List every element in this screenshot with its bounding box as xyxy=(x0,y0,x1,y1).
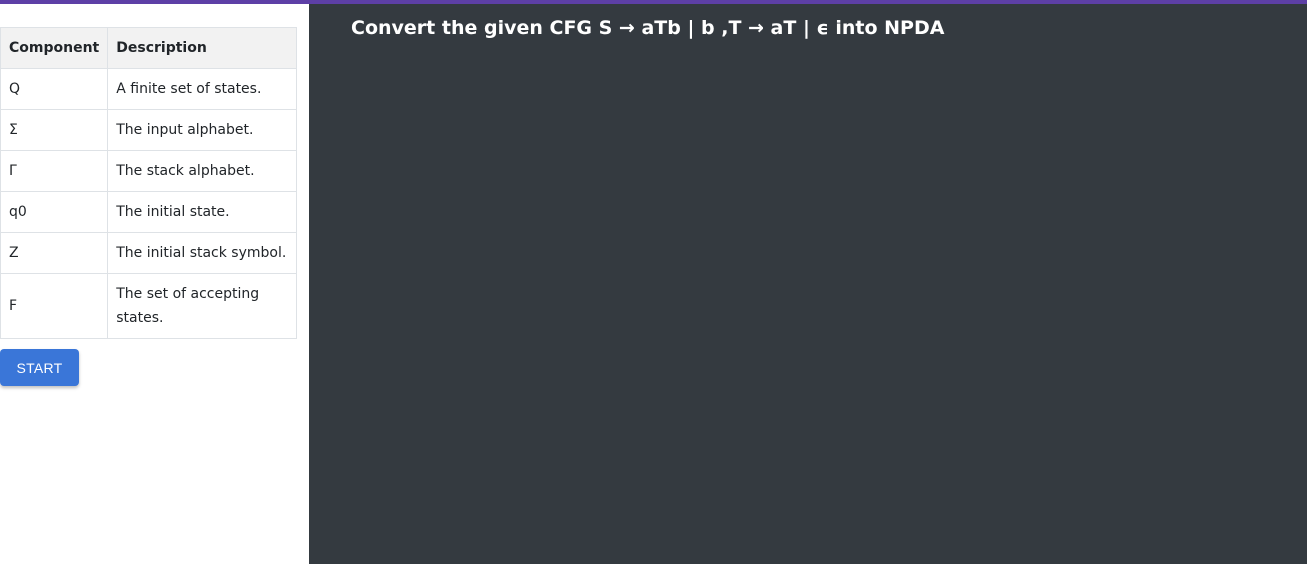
description-cell: The initial state. xyxy=(107,191,297,233)
table-row: Z The initial stack symbol. xyxy=(0,232,297,274)
description-cell: The initial stack symbol. xyxy=(107,232,297,274)
table-row: F The set of accepting states. xyxy=(0,273,297,339)
description-cell: The set of accepting states. xyxy=(107,273,297,339)
component-cell: q0 xyxy=(0,191,109,233)
description-cell: A finite set of states. xyxy=(107,68,297,110)
component-cell: Σ xyxy=(0,109,109,151)
components-table: Component Description Q A finite set of … xyxy=(0,27,297,339)
table-row: Q A finite set of states. xyxy=(0,68,297,110)
component-cell: Γ xyxy=(0,150,109,192)
description-cell: The input alphabet. xyxy=(107,109,297,151)
column-header-description: Description xyxy=(107,27,297,69)
component-cell: F xyxy=(0,273,109,339)
table-row: Γ The stack alphabet. xyxy=(0,150,297,192)
component-cell: Q xyxy=(0,68,109,110)
table-header-row: Component Description xyxy=(0,27,297,69)
sidebar-panel: Component Description Q A finite set of … xyxy=(0,4,309,564)
start-button[interactable]: START xyxy=(0,349,79,386)
question-title: Convert the given CFG S → aTb | b ,T → a… xyxy=(351,17,945,39)
workspace-panel: Convert the given CFG S → aTb | b ,T → a… xyxy=(309,4,1307,564)
table-row: Σ The input alphabet. xyxy=(0,109,297,151)
column-header-component: Component xyxy=(0,27,109,69)
component-cell: Z xyxy=(0,232,109,274)
description-cell: The stack alphabet. xyxy=(107,150,297,192)
table-row: q0 The initial state. xyxy=(0,191,297,233)
